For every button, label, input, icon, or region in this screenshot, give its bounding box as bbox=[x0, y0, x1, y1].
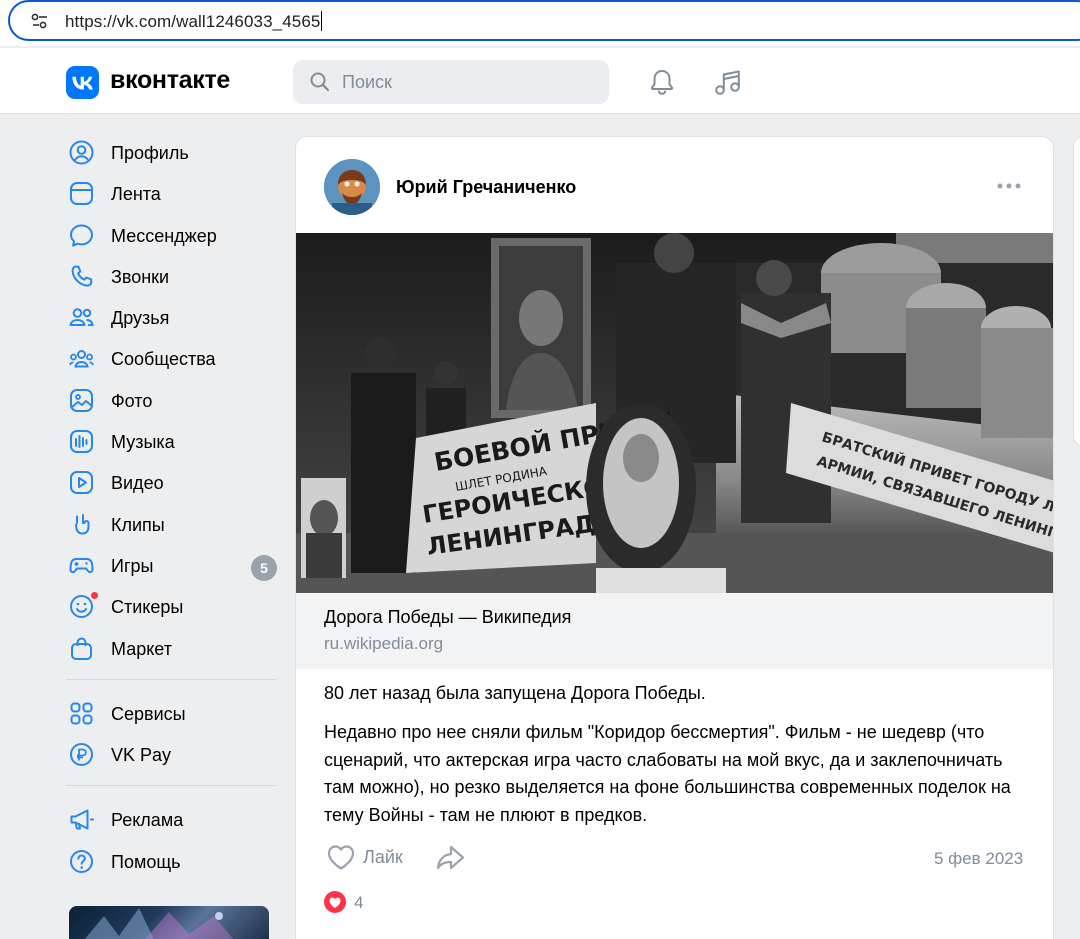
vk-logo-icon[interactable] bbox=[66, 66, 99, 99]
feed-icon bbox=[70, 182, 93, 206]
sidebar-item-label: VK Pay bbox=[111, 745, 172, 766]
sidebar-item-label: Профиль bbox=[111, 143, 189, 163]
search-box[interactable] bbox=[293, 60, 609, 104]
sidebar-item-label: Музыка bbox=[111, 432, 175, 453]
logo-text[interactable]: вконтакте bbox=[110, 66, 230, 95]
services-icon bbox=[70, 702, 93, 725]
sidebar-divider bbox=[66, 785, 276, 787]
post-text-first-line: 80 лет назад была запущена Дорога Победы… bbox=[324, 683, 706, 703]
profile-icon bbox=[69, 140, 94, 165]
sidebar-divider bbox=[66, 678, 276, 680]
sidebar-item-label: Друзья bbox=[111, 308, 170, 329]
post-text-body: Недавно про нее сняли фильм "Коридор бес… bbox=[324, 722, 1011, 825]
help-icon bbox=[70, 849, 93, 873]
sidebar-item-vkpay[interactable]: VK Pay bbox=[66, 733, 281, 774]
sidebar-item-ads[interactable]: Реклама bbox=[66, 798, 281, 839]
sidebar-item-label: Маркет bbox=[111, 638, 172, 659]
clips-icon bbox=[75, 513, 90, 535]
link-domain: ru.wikipedia.org bbox=[324, 634, 444, 653]
sidebar-item-messenger[interactable]: Мессенджер bbox=[66, 214, 281, 255]
sidebar-item-stickers[interactable]: Стикеры bbox=[66, 585, 281, 626]
sidebar-item-label: Сообщества bbox=[111, 349, 216, 370]
ads-icon bbox=[70, 809, 94, 830]
sidebar-item-photo[interactable]: Фото bbox=[66, 379, 281, 420]
sidebar-item-calls[interactable]: Звонки bbox=[66, 255, 281, 296]
sidebar-item-label: Сервисы bbox=[111, 703, 186, 724]
sidebar-item-market[interactable]: Маркет bbox=[66, 627, 281, 668]
share-icon[interactable] bbox=[434, 843, 466, 873]
search-input[interactable] bbox=[342, 60, 592, 104]
sidebar-item-communities[interactable]: Сообщества bbox=[66, 337, 281, 378]
browser-toolbar: https://vk.com/wall1246033_4565 bbox=[0, 0, 1080, 46]
sidebar-item-games[interactable]: Игры 5 bbox=[66, 544, 281, 585]
reaction-count[interactable]: 4 bbox=[354, 893, 363, 913]
post-date[interactable]: 5 фев 2023 bbox=[934, 849, 1023, 869]
friends-icon bbox=[69, 308, 94, 327]
phone-icon bbox=[71, 265, 93, 287]
author-avatar[interactable] bbox=[324, 159, 380, 215]
sidebar-item-friends[interactable]: Друзья bbox=[66, 296, 281, 337]
sidebar-item-label: Стикеры bbox=[111, 597, 184, 618]
sidebar-item-video[interactable]: Видео bbox=[66, 461, 281, 502]
notification-dot bbox=[90, 591, 99, 601]
music-icon bbox=[70, 430, 93, 454]
wall-post: Юрий Гречаниченко БОЕВОЙ ПРИВЕТ ШЛЕТ РОД… bbox=[295, 136, 1054, 939]
search-icon bbox=[310, 72, 330, 92]
sidebar-item-profile[interactable]: Профиль bbox=[66, 131, 281, 172]
music-note-icon[interactable] bbox=[711, 66, 743, 98]
reaction-heart-icon[interactable] bbox=[324, 891, 346, 913]
link-title[interactable]: Дорога Победы — Википедия bbox=[324, 607, 571, 628]
sidebar-item-services[interactable]: Сервисы bbox=[66, 692, 281, 733]
sidebar-item-label: Клипы bbox=[111, 514, 165, 535]
sidebar-item-clips[interactable]: Клипы bbox=[66, 503, 281, 544]
more-options-icon[interactable] bbox=[996, 181, 1022, 191]
market-icon bbox=[71, 637, 92, 660]
sidebar-item-feed[interactable]: Лента bbox=[66, 172, 281, 213]
sidebar-promo-banner[interactable] bbox=[69, 906, 269, 939]
sidebar-item-label: Помощь bbox=[111, 851, 181, 872]
games-icon bbox=[69, 557, 94, 574]
post-author-name[interactable]: Юрий Гречаниченко bbox=[396, 177, 576, 198]
site-settings-icon[interactable] bbox=[30, 11, 50, 31]
communities-icon bbox=[69, 350, 94, 368]
vkpay-icon bbox=[70, 743, 93, 767]
sidebar-item-label: Лента bbox=[111, 184, 161, 205]
sidebar-item-label: Реклама bbox=[111, 810, 184, 831]
like-heart-icon[interactable] bbox=[326, 843, 356, 871]
sidebar-item-label: Фото bbox=[111, 390, 153, 411]
right-panel-edge bbox=[1073, 136, 1080, 446]
sidebar-item-label: Мессенджер bbox=[111, 225, 217, 246]
bell-icon[interactable] bbox=[646, 66, 678, 98]
sidebar-item-label: Звонки bbox=[111, 266, 170, 287]
sidebar-item-help[interactable]: Помощь bbox=[66, 840, 281, 881]
messenger-icon bbox=[70, 224, 93, 247]
link-preview[interactable]: Дорога Победы — Википедия ru.wikipedia.o… bbox=[296, 593, 1053, 669]
like-button-label[interactable]: Лайк bbox=[363, 847, 403, 868]
url-text: https://vk.com/wall1246033_4565 bbox=[65, 11, 323, 31]
left-sidebar: Профиль Лента Мессенджер Звонки Друзья С… bbox=[66, 131, 281, 881]
sidebar-item-label: Игры bbox=[111, 555, 154, 576]
photo-icon bbox=[70, 388, 93, 412]
games-count-badge: 5 bbox=[251, 554, 277, 581]
site-header: вконтакте bbox=[0, 48, 1080, 114]
sidebar-item-label: Видео bbox=[111, 473, 164, 494]
post-link-image[interactable]: БОЕВОЙ ПРИВЕТ ШЛЕТ РОДИНА ГЕРОИЧЕСКОМУ Л… bbox=[296, 233, 1053, 593]
address-bar[interactable]: https://vk.com/wall1246033_4565 bbox=[8, 0, 1080, 41]
sidebar-item-music[interactable]: Музыка bbox=[66, 420, 281, 461]
video-icon bbox=[70, 471, 93, 495]
